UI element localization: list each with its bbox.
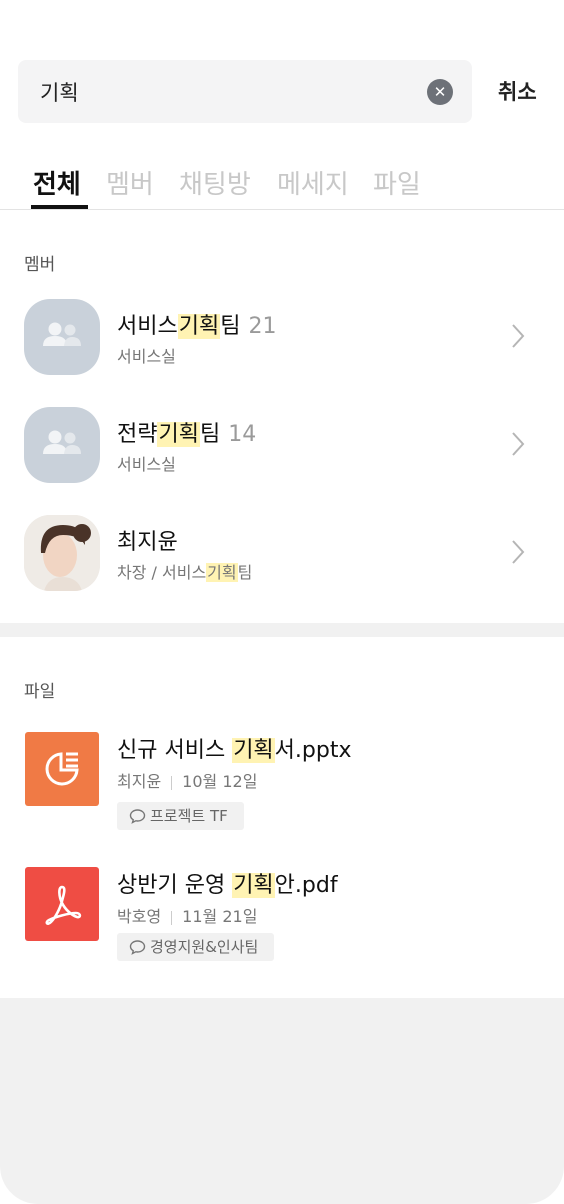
tab-files[interactable]: 파일	[373, 164, 421, 201]
file-name: 신규 서비스 기획서.pptx	[117, 738, 352, 763]
file-item[interactable]: 신규 서비스 기획서.pptx 최지윤 10월 12일 프로젝트 TF	[0, 732, 564, 842]
search-input[interactable]	[40, 60, 420, 123]
files-section-label: 파일	[24, 682, 56, 702]
file-date: 11월 21일	[182, 907, 258, 926]
member-name: 최지윤	[117, 530, 178, 555]
active-tab-indicator	[31, 205, 88, 209]
chatroom-tag[interactable]: 프로젝트 TF	[117, 802, 244, 830]
files-section: 파일 신규 서비스 기획서.pptx 최지윤 10월 12일 프로젝트 TF 상반	[0, 637, 564, 998]
group-icon	[24, 407, 100, 483]
chevron-right-icon	[512, 540, 525, 564]
close-icon: ✕	[433, 83, 447, 101]
member-name: 전략기획팀 14	[117, 422, 257, 447]
member-item[interactable]: 최지윤 차장 / 서비스기획팀	[0, 515, 564, 605]
file-author: 최지윤	[117, 772, 162, 791]
chat-bubble-icon	[129, 809, 146, 824]
file-meta: 최지윤 10월 12일	[117, 768, 257, 792]
file-date: 10월 12일	[182, 772, 258, 791]
chatroom-tag[interactable]: 경영지원&인사팀	[117, 933, 275, 961]
member-item[interactable]: 전략기획팀 14 서비스실	[0, 407, 564, 497]
search-box[interactable]: ✕	[18, 60, 472, 123]
tab-bar: 전체 멤버 채팅방 메세지 파일	[0, 160, 564, 210]
member-item[interactable]: 서비스기획팀 21 서비스실	[0, 299, 564, 389]
member-count: 14	[228, 422, 257, 447]
member-count: 21	[248, 314, 277, 339]
member-subtitle: 차장 / 서비스기획팀	[117, 563, 253, 582]
tab-members[interactable]: 멤버	[106, 164, 154, 201]
file-author: 박호영	[117, 907, 162, 926]
clear-search-button[interactable]: ✕	[427, 79, 453, 105]
member-subtitle: 서비스실	[117, 347, 176, 366]
tab-messages[interactable]: 메세지	[277, 164, 349, 201]
app-screen: ✕ 취소 전체 멤버 채팅방 메세지 파일 멤버 서비스기획팀21 서비스실	[0, 0, 564, 1204]
group-icon	[24, 299, 100, 375]
chevron-right-icon	[512, 324, 525, 348]
tab-all[interactable]: 전체	[33, 164, 81, 201]
member-subtitle: 서비스실	[117, 455, 176, 474]
profile-photo	[24, 515, 100, 591]
chevron-right-icon	[512, 432, 525, 456]
pdf-icon	[25, 867, 99, 941]
cancel-button[interactable]: 취소	[498, 76, 537, 106]
members-section-label: 멤버	[24, 255, 56, 275]
members-section: 멤버 서비스기획팀 21 서비스실 전략기획팀 14 서비스실 최지윤 차장 /…	[0, 210, 564, 623]
member-name: 서비스기획팀 21	[117, 314, 277, 339]
file-name: 상반기 운영 기획안.pdf	[117, 873, 338, 898]
file-meta: 박호영 11월 21일	[117, 903, 257, 927]
file-item[interactable]: 상반기 운영 기획안.pdf 박호영 11월 21일 경영지원&인사팀	[0, 867, 564, 977]
chat-bubble-icon	[129, 940, 146, 955]
tab-chatrooms[interactable]: 채팅방	[179, 164, 251, 201]
presentation-icon	[25, 732, 99, 806]
